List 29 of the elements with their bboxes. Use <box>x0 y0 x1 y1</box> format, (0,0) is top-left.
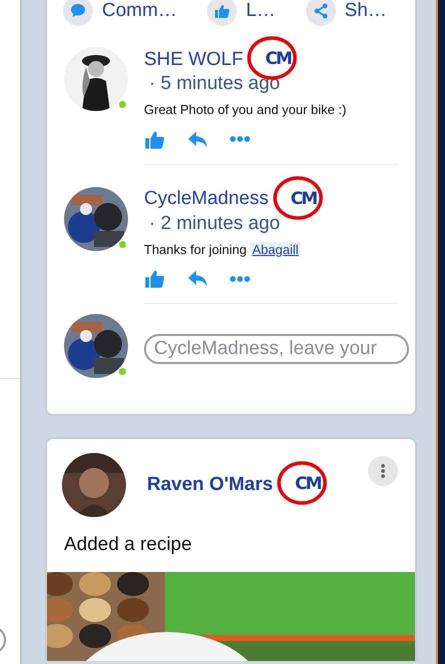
thumbs-up-icon <box>214 3 230 19</box>
comment-icon <box>70 3 86 19</box>
more-icon <box>230 276 250 282</box>
badge-logo: CM <box>290 188 316 209</box>
like-button[interactable] <box>144 268 165 289</box>
vertical-dots-icon <box>381 464 385 478</box>
more-button[interactable] <box>230 276 250 282</box>
badge-logo: CM <box>265 49 291 70</box>
like-button[interactable] <box>144 128 165 150</box>
more-button[interactable] <box>230 136 250 142</box>
timestamp: · 2 minutes ago <box>148 212 281 234</box>
author-name[interactable]: CycleMadness <box>144 185 269 214</box>
timestamp: · 5 minutes ago <box>148 73 281 95</box>
share-icon <box>312 3 329 19</box>
comment-text: Thanks for joining Abagaill <box>144 240 302 259</box>
more-options-button[interactable] <box>368 456 398 486</box>
post-action-button[interactable]: L… <box>206 0 276 26</box>
post-text: Added a recipe <box>63 533 193 557</box>
post-action-button[interactable]: Sh… <box>306 0 387 26</box>
author-name[interactable]: SHE WOLF <box>144 46 244 74</box>
comment-input[interactable]: CycleMadness, leave your <box>144 334 409 364</box>
comment-text: Great Photo of you and your bike :) <box>144 101 348 119</box>
more-icon <box>230 136 250 142</box>
thumbs-up-icon <box>144 268 165 289</box>
author-name[interactable]: Raven O'Mars <box>147 470 273 500</box>
thumbs-up-icon <box>144 128 165 150</box>
badge-logo: CM <box>294 474 320 494</box>
mention-link[interactable]: Abagaill <box>250 242 300 256</box>
post-action-button[interactable]: Comm… <box>63 0 177 26</box>
